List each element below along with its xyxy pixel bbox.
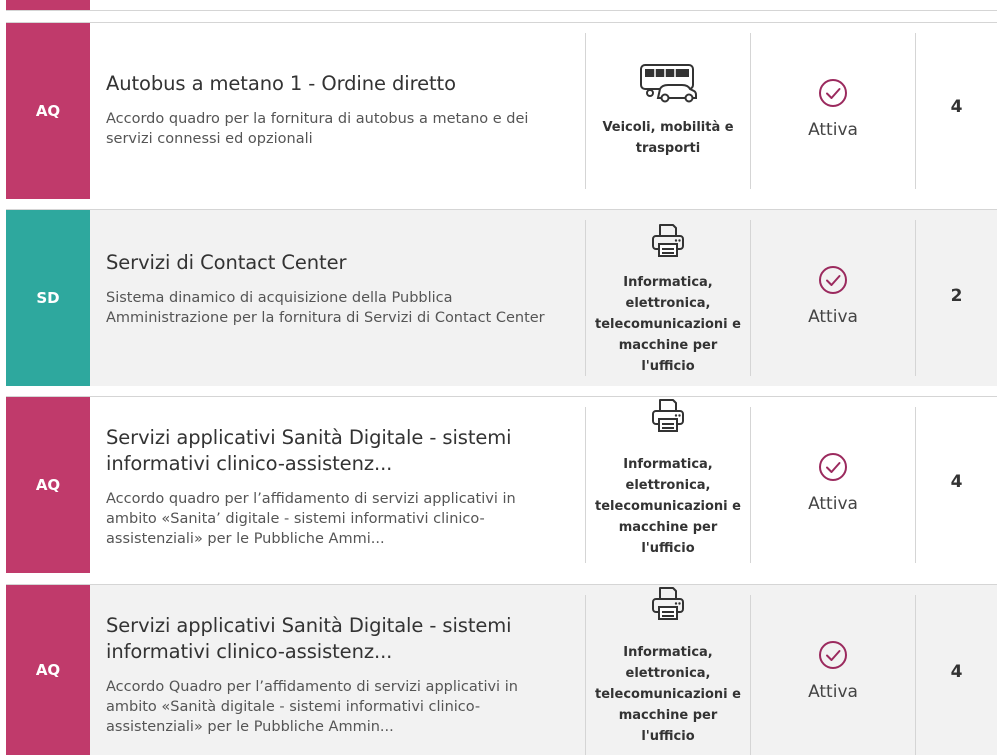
status-cell: Attiva xyxy=(751,78,915,140)
item-title-text[interactable]: Servizi applicativi Sanità Digitale - si… xyxy=(106,426,512,449)
printer-icon xyxy=(650,397,686,433)
category-label: Informatica, elettronica, telecomunicazi… xyxy=(595,645,741,744)
status-label: Attiva xyxy=(808,307,858,327)
item-title[interactable]: Servizi applicativi Sanità Digitale - si… xyxy=(106,425,566,477)
type-badge: AQ xyxy=(6,23,90,199)
check-circle-icon xyxy=(818,452,848,486)
item-info: Autobus a metano 1 - Ordine diretto Acco… xyxy=(106,71,566,149)
status-cell: Attiva xyxy=(751,265,915,327)
type-badge: SD xyxy=(6,210,90,386)
list-item[interactable]: SD Servizi di Contact Center Sistema din… xyxy=(6,209,997,386)
item-title[interactable]: Servizi di Contact Center xyxy=(106,250,566,276)
check-circle-icon xyxy=(818,640,848,674)
type-badge: AQ xyxy=(6,397,90,573)
status-cell: Attiva xyxy=(751,640,915,702)
status-label: Attiva xyxy=(808,494,858,514)
item-title[interactable]: Servizi applicativi Sanità Digitale - si… xyxy=(106,613,566,665)
item-title-text-line2[interactable]: informativi clinico-assistenz... xyxy=(106,640,392,663)
item-info: Servizi applicativi Sanità Digitale - si… xyxy=(106,613,566,737)
check-circle-icon xyxy=(818,78,848,112)
status-label: Attiva xyxy=(808,120,858,140)
category-label: Informatica, elettronica, telecomunicazi… xyxy=(595,275,741,374)
bus-car-icon xyxy=(638,63,698,103)
item-description: Accordo quadro per la fornitura di autob… xyxy=(106,111,529,147)
printer-icon xyxy=(650,585,686,621)
list-item[interactable]: AQ Servizi applicativi Sanità Digitale -… xyxy=(6,584,997,755)
item-title[interactable]: Autobus a metano 1 - Ordine diretto xyxy=(106,71,566,97)
list-item[interactable]: AQ Autobus a metano 1 - Ordine diretto A… xyxy=(6,22,997,199)
status-cell: Attiva xyxy=(751,452,915,514)
list-item[interactable]: AQ Servizi applicativi Sanità Digitale -… xyxy=(6,396,997,573)
divider xyxy=(6,10,997,11)
item-info: Servizi di Contact Center Sistema dinami… xyxy=(106,250,566,328)
category-cell: Veicoli, mobilità e trasporti xyxy=(586,63,750,159)
item-description: Accordo Quadro per l’affidamento di serv… xyxy=(106,679,518,735)
item-title-text[interactable]: Servizi applicativi Sanità Digitale - si… xyxy=(106,614,512,637)
category-label: Veicoli, mobilità e trasporti xyxy=(602,120,734,156)
item-description: Sistema dinamico di acquisizione della P… xyxy=(106,290,545,326)
status-label: Attiva xyxy=(808,682,858,702)
item-title-text-line2[interactable]: informativi clinico-assistenz... xyxy=(106,452,392,475)
item-description: Accordo quadro per l’affidamento di serv… xyxy=(106,491,516,547)
item-title-text[interactable]: Autobus a metano 1 - Ordine diretto xyxy=(106,72,456,95)
check-circle-icon xyxy=(818,265,848,299)
item-title-text[interactable]: Servizi di Contact Center xyxy=(106,251,347,274)
item-count: 4 xyxy=(950,472,963,492)
type-badge: AQ xyxy=(6,585,90,755)
category-cell: Informatica, elettronica, telecomunicazi… xyxy=(586,397,750,559)
item-info: Servizi applicativi Sanità Digitale - si… xyxy=(106,425,566,549)
item-count: 2 xyxy=(950,286,963,306)
item-count: 4 xyxy=(950,97,963,117)
printer-icon xyxy=(650,222,686,258)
category-cell: Informatica, elettronica, telecomunicazi… xyxy=(586,222,750,377)
category-cell: Informatica, elettronica, telecomunicazi… xyxy=(586,585,750,747)
previous-row-badge-edge xyxy=(6,0,90,10)
category-label: Informatica, elettronica, telecomunicazi… xyxy=(595,457,741,556)
item-count: 4 xyxy=(950,662,963,682)
